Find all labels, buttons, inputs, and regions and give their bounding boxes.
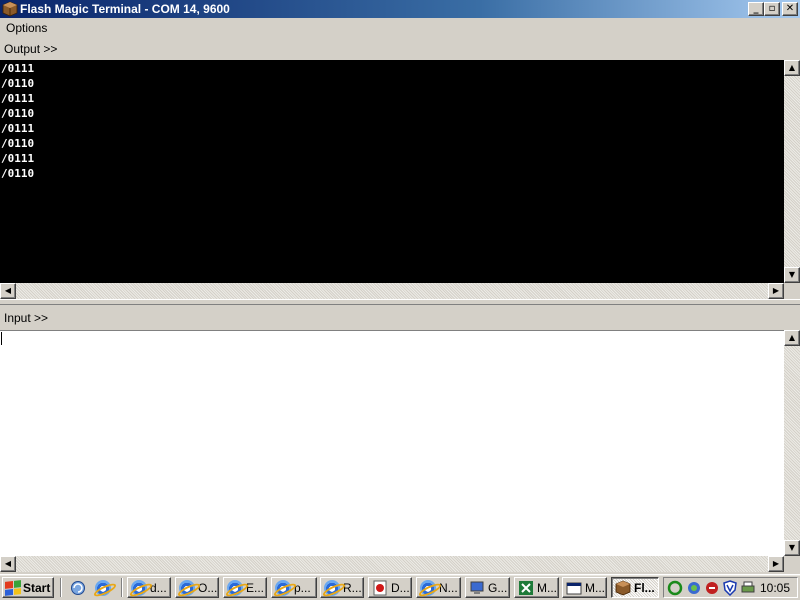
maximize-button[interactable]: ▫ [764,2,780,16]
taskbar-task-2[interactable]: O... [175,577,219,598]
start-label: Start [23,580,51,595]
window-icon [566,582,582,594]
window-title: Flash Magic Terminal - COM 14, 9600 [20,2,230,16]
output-horizontal-scrollbar[interactable]: ◀ ▶ [0,283,784,299]
ie-icon [131,579,147,596]
task-label: M... [585,580,605,595]
input-vertical-scrollbar[interactable]: ▲ ▼ [784,330,800,556]
flash-magic-icon [615,580,631,595]
scroll-up-arrow-icon[interactable]: ▲ [784,60,800,76]
taskbar-task-8[interactable]: G... [465,577,510,598]
output-label: Output >> [4,42,58,56]
menu-options[interactable]: Options [6,21,47,35]
ie-icon [420,579,436,596]
output-vertical-scrollbar[interactable]: ▲ ▼ [784,60,800,283]
ie-icon [324,579,340,596]
printer-icon[interactable] [740,580,756,596]
scroll-corner [784,283,800,299]
security-icon[interactable] [704,580,720,596]
output-line: /0111 [1,92,35,105]
task-label: Fl... [634,580,655,595]
text-caret [1,332,2,345]
taskbar-task-3[interactable]: E... [223,577,267,598]
ie-icon [227,579,243,596]
scroll-left-arrow-icon[interactable]: ◀ [0,283,16,299]
taskbar-separator [60,578,62,597]
excel-icon [519,580,533,595]
task-label: N... [439,580,458,595]
scroll-right-arrow-icon[interactable]: ▶ [768,556,784,572]
network-icon[interactable] [686,580,702,596]
scroll-right-arrow-icon[interactable]: ▶ [768,283,784,299]
taskbar-separator [121,578,123,597]
close-button[interactable]: ✕ [782,2,798,16]
output-line: /0111 [1,152,35,165]
taskbar-task-5[interactable]: R... [320,577,364,598]
windows-logo-icon [5,579,21,596]
task-label: p... [294,580,311,595]
input-horizontal-scrollbar[interactable]: ◀ ▶ [0,556,784,572]
taskbar-task-10[interactable]: M... [562,577,607,598]
output-line: /0110 [1,167,35,180]
input-field[interactable] [0,330,784,556]
pane-splitter[interactable] [0,299,800,305]
output-line: /0110 [1,77,35,90]
task-label: D... [391,580,410,595]
task-label: d... [150,580,167,595]
taskbar-task-flash-magic[interactable]: Fl... [611,577,659,598]
task-label: E... [246,580,265,595]
output-line: /0110 [1,137,35,150]
taskbar-task-7[interactable]: N... [416,577,461,598]
computer-icon [470,581,484,594]
start-button[interactable]: Start [2,577,54,598]
scroll-corner [784,556,800,572]
scroll-down-arrow-icon[interactable]: ▼ [784,267,800,283]
flash-magic-icon [2,1,18,17]
task-label: R... [343,580,362,595]
input-label: Input >> [4,311,49,325]
taskbar-task-4[interactable]: p... [271,577,317,598]
clock[interactable]: 10:05 [760,580,790,596]
scroll-left-arrow-icon[interactable]: ◀ [0,556,16,572]
scroll-down-arrow-icon[interactable]: ▼ [784,540,800,556]
taskbar-task-9[interactable]: M... [514,577,559,598]
ie-icon [275,579,291,596]
ie-quicklaunch-icon[interactable] [95,580,111,596]
ie-icon [179,579,195,596]
task-label: O... [198,580,218,595]
taskbar-task-1[interactable]: d... [127,577,171,598]
output-terminal[interactable]: /0111 /0110 /0111 /0110 /0111 /0110 /011… [0,60,784,283]
output-line: /0111 [1,62,35,75]
task-label: M... [537,580,557,595]
antivirus-shield-icon[interactable] [722,580,738,596]
minimize-button[interactable]: _ [748,2,764,16]
pdf-icon [373,580,387,595]
show-desktop-icon[interactable] [70,580,86,596]
output-line: /0110 [1,107,35,120]
taskbar-task-6[interactable]: D... [368,577,412,598]
task-label: G... [488,580,508,595]
scroll-up-arrow-icon[interactable]: ▲ [784,330,800,346]
output-line: /0111 [1,122,35,135]
sync-icon[interactable] [667,580,683,596]
title-bar[interactable]: Flash Magic Terminal - COM 14, 9600 [0,0,800,18]
